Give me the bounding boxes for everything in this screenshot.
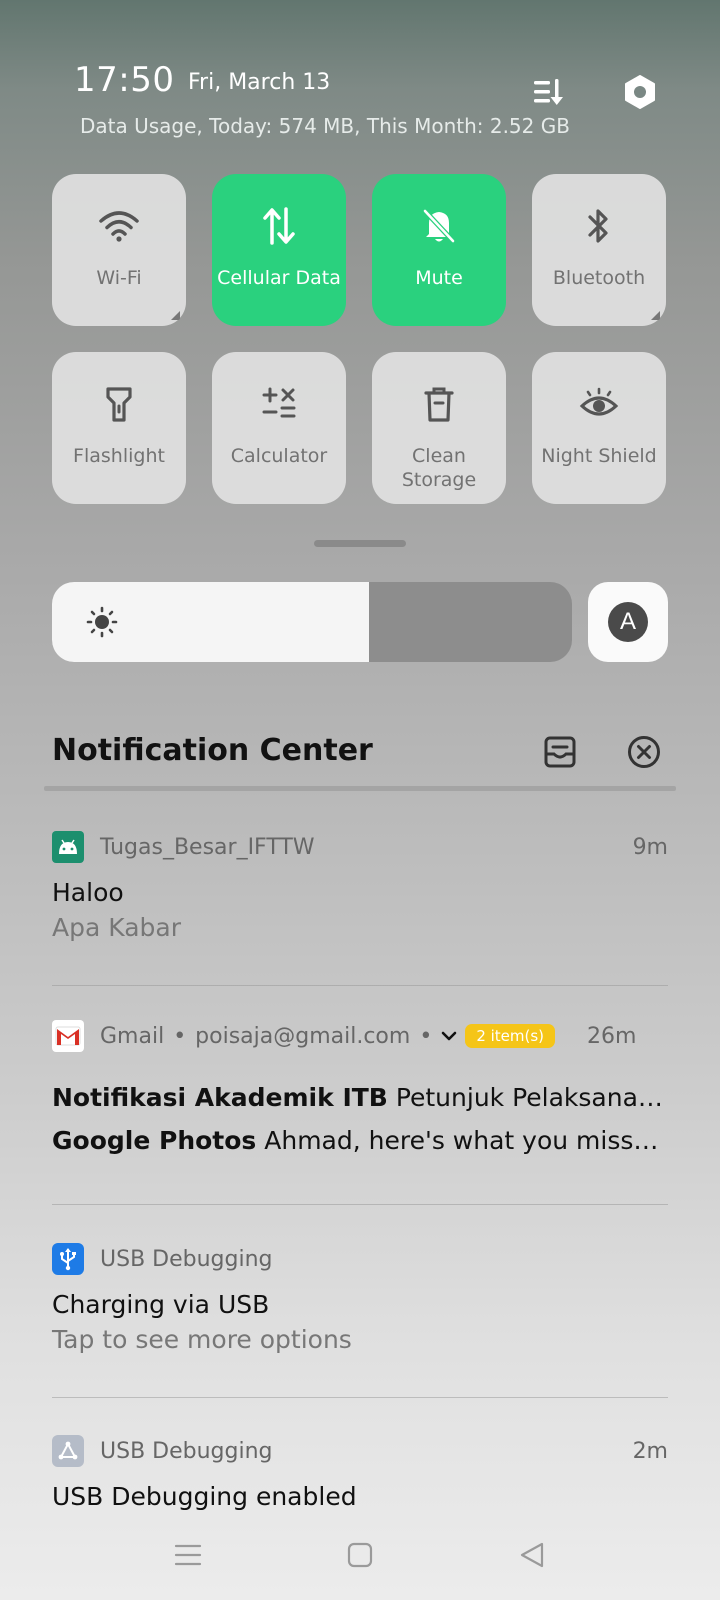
gmail-icon bbox=[52, 1020, 84, 1052]
home-square-icon bbox=[347, 1542, 373, 1568]
eye-icon bbox=[579, 387, 619, 416]
notification-divider bbox=[52, 1204, 668, 1205]
tile-bluetooth[interactable]: Bluetooth bbox=[532, 174, 666, 326]
notification-manage-icon bbox=[544, 736, 576, 768]
auto-brightness-button[interactable]: A bbox=[588, 582, 668, 662]
auto-brightness-icon: A bbox=[608, 602, 648, 642]
notification-app-name: USB Debugging bbox=[100, 1438, 273, 1464]
tile-flashlight[interactable]: Flashlight bbox=[52, 352, 186, 504]
notification-time: 26m bbox=[587, 1023, 637, 1049]
notification-usb-charging[interactable]: USB Debugging Charging via USB Tap to se… bbox=[52, 1242, 668, 1354]
notification-app-name: Tugas_Besar_IFTTW bbox=[100, 834, 315, 860]
notification-divider bbox=[52, 1397, 668, 1398]
brightness-slider[interactable] bbox=[52, 582, 572, 662]
tile-clean-storage[interactable]: Clean Storage bbox=[372, 352, 506, 504]
notification-usb-debugging[interactable]: USB Debugging 2m USB Debugging enabled bbox=[52, 1434, 668, 1510]
manage-notifications-button[interactable] bbox=[538, 730, 582, 774]
trash-icon bbox=[424, 387, 454, 422]
notification-time: 9m bbox=[632, 834, 668, 860]
hexagon-settings-icon bbox=[625, 75, 655, 109]
tile-label: Night Shield bbox=[541, 445, 657, 467]
flashlight-icon bbox=[106, 387, 132, 422]
bluetooth-icon bbox=[588, 209, 608, 243]
notification-gmail[interactable]: Gmail • poisaja@gmail.com • 2 item(s) 26… bbox=[52, 1019, 668, 1155]
item-count-badge: 2 item(s) bbox=[465, 1024, 556, 1048]
expand-corner-icon bbox=[651, 311, 660, 320]
tile-label: Bluetooth bbox=[552, 267, 646, 289]
tile-label: Flashlight bbox=[73, 445, 165, 467]
cellular-data-icon bbox=[263, 207, 295, 245]
data-usage-label: Data Usage, Today: 574 MB, This Month: 2… bbox=[80, 114, 570, 138]
notification-account: poisaja@gmail.com bbox=[195, 1023, 411, 1049]
nav-menu-button[interactable] bbox=[168, 1535, 208, 1575]
gmail-item[interactable]: Google Photos Ahmad, here's what you mis… bbox=[52, 1126, 668, 1155]
expand-corner-icon bbox=[171, 311, 180, 320]
notification-app-name: Gmail bbox=[100, 1023, 165, 1049]
notification-center-title: Notification Center bbox=[52, 733, 373, 768]
gmail-item[interactable]: Notifikasi Akademik ITB Petunjuk Pelaksa… bbox=[52, 1083, 668, 1112]
tile-cellular-data[interactable]: Cellular Data bbox=[212, 174, 346, 326]
notification-time: 2m bbox=[632, 1438, 668, 1464]
tile-mute[interactable]: Mute bbox=[372, 174, 506, 326]
nav-home-button[interactable] bbox=[340, 1535, 380, 1575]
settings-button[interactable] bbox=[618, 70, 662, 114]
date-label: Fri, March 13 bbox=[188, 70, 331, 95]
calculator-icon bbox=[262, 387, 296, 418]
email-sender: Google Photos bbox=[52, 1126, 257, 1155]
menu-icon bbox=[174, 1544, 202, 1566]
tile-calculator[interactable]: Calculator bbox=[212, 352, 346, 504]
notification-body: Apa Kabar bbox=[52, 913, 181, 942]
notification-title: Haloo bbox=[52, 878, 124, 907]
separator-dot: • bbox=[173, 1023, 187, 1049]
notification-divider bbox=[52, 985, 668, 986]
notification-title: USB Debugging enabled bbox=[52, 1482, 357, 1510]
clear-all-button[interactable] bbox=[622, 730, 666, 774]
notification-ifttw[interactable]: Tugas_Besar_IFTTW 9m Haloo Apa Kabar bbox=[52, 830, 668, 942]
nav-back-button[interactable] bbox=[512, 1535, 552, 1575]
tile-label: Clean Storage bbox=[401, 445, 477, 491]
notification-body: Tap to see more options bbox=[52, 1325, 352, 1354]
drag-handle[interactable] bbox=[314, 540, 406, 547]
email-sender: Notifikasi Akademik ITB bbox=[52, 1083, 388, 1112]
sun-icon bbox=[86, 606, 118, 638]
separator-dot: • bbox=[419, 1023, 433, 1049]
close-circle-icon bbox=[628, 736, 660, 768]
notification-title: Charging via USB bbox=[52, 1290, 270, 1319]
tile-label: Cellular Data bbox=[217, 267, 341, 289]
edit-tiles-button[interactable] bbox=[526, 70, 570, 114]
notification-center-divider bbox=[44, 786, 676, 791]
usb-icon bbox=[52, 1243, 84, 1275]
tile-night-shield[interactable]: Night Shield bbox=[532, 352, 666, 504]
email-snippet: Petunjuk Pelaksanaan Kegiatan... bbox=[395, 1083, 668, 1112]
tile-label: Wi-Fi bbox=[96, 267, 142, 289]
chevron-down-icon[interactable] bbox=[441, 1030, 457, 1042]
wifi-icon bbox=[99, 211, 139, 242]
email-snippet: Ahmad, here's what you missed... bbox=[264, 1126, 668, 1155]
android-app-icon bbox=[52, 831, 84, 863]
clock-time: 17:50 bbox=[74, 60, 175, 100]
debug-icon bbox=[52, 1435, 84, 1467]
back-triangle-icon bbox=[520, 1542, 544, 1568]
notification-app-name: USB Debugging bbox=[100, 1246, 273, 1272]
tile-wifi[interactable]: Wi-Fi bbox=[52, 174, 186, 326]
bell-off-icon bbox=[422, 208, 456, 244]
sort-icon bbox=[534, 79, 563, 105]
tile-label: Calculator bbox=[230, 445, 328, 467]
tile-label: Mute bbox=[415, 267, 463, 289]
